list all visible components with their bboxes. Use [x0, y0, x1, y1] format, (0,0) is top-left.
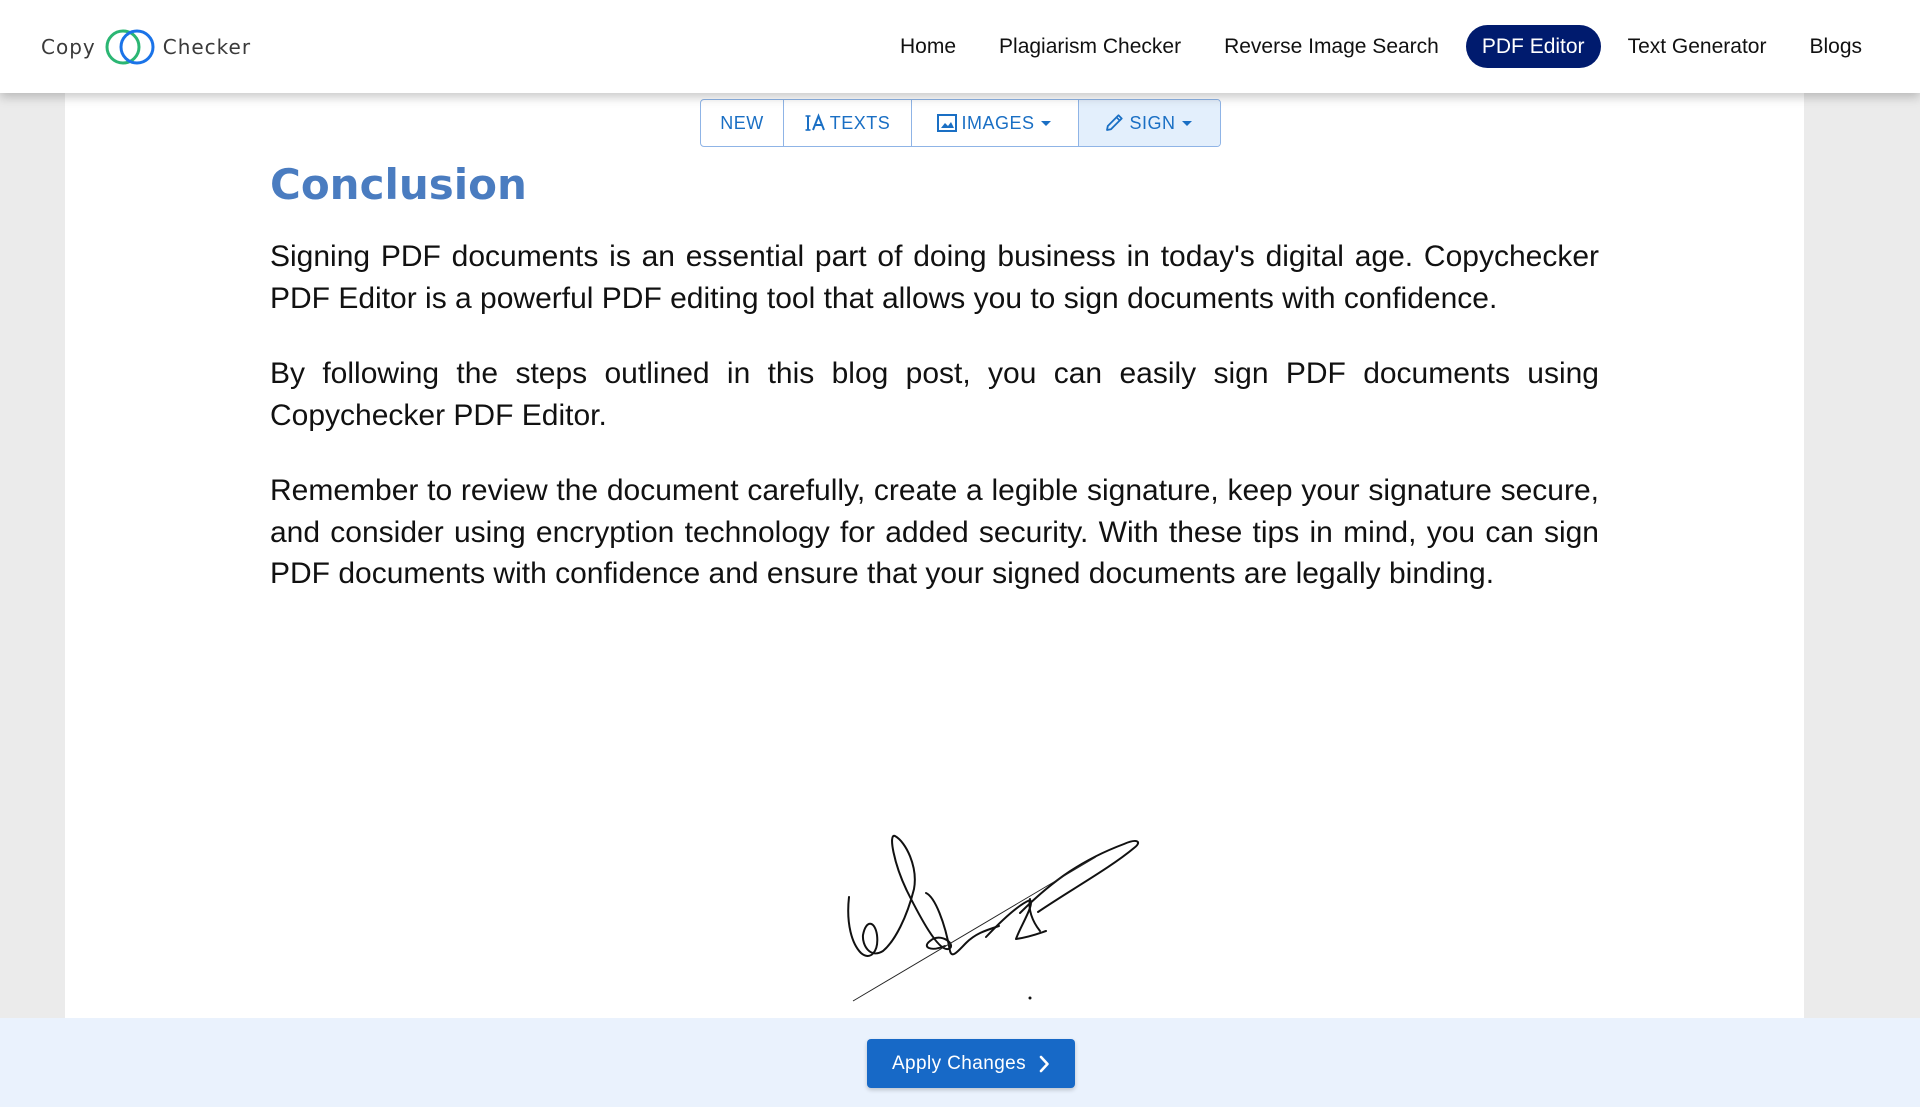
nav-reverse-image-search[interactable]: Reverse Image Search	[1208, 25, 1455, 68]
texts-label: TEXTS	[829, 112, 891, 133]
paragraph-2: By following the steps outlined in this …	[270, 357, 1599, 432]
image-icon	[937, 114, 958, 132]
logo-rings-icon	[105, 29, 155, 65]
main-nav: Home Plagiarism Checker Reverse Image Se…	[873, 25, 1878, 68]
pdf-page: NEW TEXTS IMAGES SIGN Conclusion Signing…	[65, 93, 1804, 1018]
nav-plagiarism-checker[interactable]: Plagiarism Checker	[983, 25, 1197, 68]
apply-changes-button[interactable]: Apply Changes	[867, 1039, 1075, 1088]
pencil-icon	[1106, 114, 1124, 131]
top-navbar: Copy Checker Home Plagiarism Checker Rev…	[0, 0, 1920, 93]
footer-bar: Apply Changes	[0, 1018, 1920, 1107]
document-content: Conclusion Signing PDF documents is an e…	[270, 153, 1599, 629]
brand-text-right: Checker	[162, 35, 252, 59]
new-label: NEW	[720, 112, 764, 133]
handwritten-signature[interactable]	[834, 739, 1194, 1019]
new-button[interactable]: NEW	[701, 100, 784, 146]
sign-button[interactable]: SIGN	[1079, 100, 1220, 146]
apply-changes-label: Apply Changes	[891, 1052, 1027, 1074]
caret-down-icon	[1040, 121, 1051, 126]
nav-pdf-editor[interactable]: PDF Editor	[1465, 25, 1601, 68]
nav-home[interactable]: Home	[884, 25, 972, 68]
conclusion-heading: Conclusion	[270, 160, 527, 209]
images-button[interactable]: IMAGES	[912, 100, 1079, 146]
text-cursor-icon	[805, 113, 825, 131]
chevron-right-icon	[1039, 1055, 1049, 1072]
images-label: IMAGES	[961, 112, 1035, 133]
paragraph-3: Remember to review the document carefull…	[270, 474, 1599, 590]
caret-down-icon	[1181, 121, 1192, 126]
brand-logo[interactable]: Copy Checker	[41, 27, 251, 67]
brand-text-left: Copy	[41, 35, 96, 59]
nav-blogs[interactable]: Blogs	[1793, 25, 1878, 68]
paragraph-1: Signing PDF documents is an essential pa…	[270, 240, 1599, 315]
texts-button[interactable]: TEXTS	[784, 100, 912, 146]
sign-label: SIGN	[1129, 112, 1176, 133]
nav-text-generator[interactable]: Text Generator	[1612, 25, 1783, 68]
editor-toolbar: NEW TEXTS IMAGES SIGN	[700, 99, 1221, 147]
